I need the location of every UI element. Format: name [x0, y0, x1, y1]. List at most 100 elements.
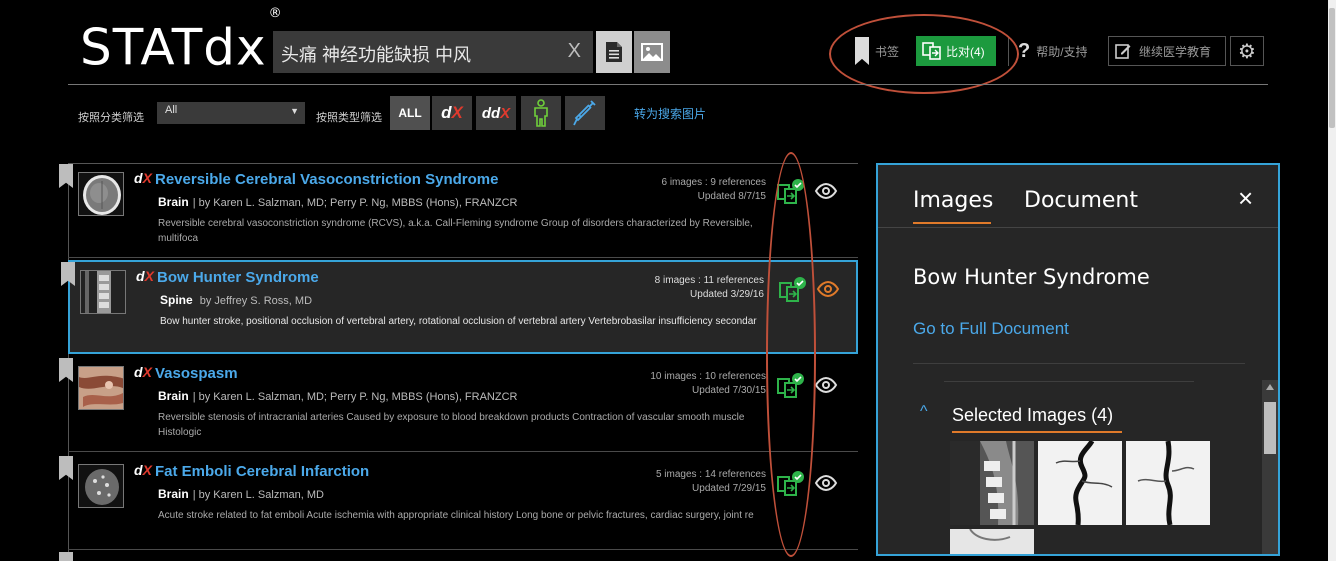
tab-document[interactable]: Document	[1024, 188, 1138, 213]
selected-image-thumbnail[interactable]	[1038, 441, 1122, 525]
preview-document-title: Bow Hunter Syndrome	[913, 265, 1150, 289]
edit-note-icon	[1115, 44, 1131, 59]
annotation-circle-compare-column	[766, 152, 816, 557]
logo-text: STATdx	[80, 18, 267, 77]
selected-image-thumbnail[interactable]	[950, 441, 1034, 525]
result-row[interactable]: dX Vasospasm Brain | by Karen L. Salzman,…	[59, 358, 858, 452]
result-section: Brain	[158, 195, 189, 209]
result-row[interactable]: dX Reversible Cerebral Vasoconstriction …	[59, 164, 858, 258]
result-updated: Updated 3/29/16	[690, 289, 764, 300]
anatomy-person-icon	[534, 99, 548, 127]
registered-mark: ®	[268, 6, 283, 21]
selected-images-underline	[952, 431, 1122, 433]
filter-ddx-button[interactable]: ddX	[476, 96, 516, 130]
window-scrollbar[interactable]	[1328, 0, 1336, 561]
ddx-icon-x: X	[500, 104, 511, 122]
filter-all-label: ALL	[398, 106, 422, 120]
filter-all-button[interactable]: ALL	[390, 96, 430, 130]
result-title[interactable]: Fat Emboli Cerebral Infarction	[155, 463, 369, 480]
eye-icon[interactable]	[814, 182, 838, 200]
search-images-link[interactable]: 转为搜索图片	[634, 105, 706, 122]
cme-label: 继续医学教育	[1139, 44, 1212, 59]
help-support-button[interactable]: ? 帮助/支持	[1018, 38, 1088, 64]
selected-image-thumbnail[interactable]	[1126, 441, 1210, 525]
filter-procedure-button[interactable]	[565, 96, 605, 130]
category-select[interactable]: All ▼	[157, 102, 305, 124]
search-documents-button[interactable]	[596, 31, 632, 73]
eye-icon[interactable]	[814, 474, 838, 492]
result-snippet: Bow hunter stroke, positional occlusion …	[160, 316, 757, 327]
result-meta: Brain | by Karen L. Salzman, MD; Perry P.…	[158, 195, 517, 209]
tab-images[interactable]: Images	[913, 188, 993, 213]
result-meta: Brain | by Karen L. Salzman, MD	[158, 487, 324, 501]
question-icon: ?	[1018, 39, 1031, 62]
dx-icon: dX	[134, 170, 152, 186]
result-stats: 5 images : 14 references Updated 7/29/15	[656, 468, 766, 496]
result-row-selected[interactable]: dX Bow Hunter Syndrome Spine by Jeffrey …	[61, 260, 858, 354]
panel-scrollbar[interactable]	[1262, 380, 1278, 554]
result-section: Spine	[160, 293, 193, 307]
window-scroll-thumb[interactable]	[1329, 8, 1335, 128]
chevron-up-icon[interactable]: ^	[920, 403, 928, 421]
filter-anatomy-button[interactable]	[521, 96, 561, 130]
eye-icon-active[interactable]	[816, 280, 840, 298]
result-section: Brain	[158, 389, 189, 403]
result-thumbnail[interactable]	[78, 366, 124, 410]
bookmark-icon[interactable]	[59, 456, 73, 480]
scroll-thumb[interactable]	[1264, 402, 1276, 454]
result-stats: 8 images : 11 references Updated 3/29/16	[655, 274, 764, 302]
search-input[interactable]: 头痛 神经功能缺损 中风	[281, 41, 471, 67]
result-authors: | by Karen L. Salzman, MD; Perry P. Ng, …	[192, 197, 518, 209]
clear-search-icon[interactable]: X	[568, 40, 581, 63]
preview-panel: Images Document × Bow Hunter Syndrome Go…	[876, 163, 1280, 556]
category-filter-label: 按照分类筛选	[78, 112, 144, 124]
close-icon[interactable]: ×	[1238, 183, 1253, 214]
result-row[interactable]: dX Fat Emboli Cerebral Infarction Brain |…	[59, 456, 858, 550]
dx-icon: dX	[136, 268, 154, 284]
annotation-circle-header	[829, 14, 1019, 94]
ddx-icon: ddX	[482, 105, 510, 122]
type-filter-label: 按照类型筛选	[316, 112, 382, 124]
panel-divider	[944, 381, 1194, 382]
result-snippet: Reversible cerebral vasoconstriction syn…	[158, 218, 753, 244]
image-icon	[641, 43, 663, 61]
selected-images-header[interactable]: Selected Images (4)	[952, 405, 1113, 426]
bookmark-icon[interactable]	[59, 164, 73, 188]
search-box[interactable]: 头痛 神经功能缺损 中风 X	[273, 31, 593, 73]
result-section: Brain	[158, 487, 189, 501]
gear-icon: ⚙	[1238, 40, 1256, 63]
filter-dx-button[interactable]: dX	[432, 96, 472, 130]
bookmark-icon[interactable]	[59, 358, 73, 382]
result-counts: 5 images : 14 references	[655, 469, 766, 480]
result-thumbnail[interactable]	[78, 464, 124, 508]
dx-icon: dX	[134, 462, 152, 478]
result-counts: 8 images : 11 references	[654, 275, 764, 286]
document-icon	[606, 42, 622, 62]
panel-divider	[913, 363, 1245, 364]
result-title[interactable]: Reversible Cerebral Vasoconstriction Syn…	[155, 171, 498, 188]
bookmark-icon[interactable]	[59, 552, 73, 561]
result-authors: | by Karen L. Salzman, MD; Perry P. Ng, …	[192, 391, 518, 403]
selected-image-thumbnail[interactable]	[950, 529, 1034, 554]
result-row-partial[interactable]	[59, 552, 858, 561]
result-stats: 6 images : 9 references Updated 8/7/15	[662, 176, 767, 204]
cme-button[interactable]: 继续医学教育	[1108, 36, 1226, 66]
bookmark-icon[interactable]	[61, 262, 75, 286]
search-images-button[interactable]	[634, 31, 670, 73]
result-meta: Spine by Jeffrey S. Ross, MD	[160, 293, 312, 307]
result-thumbnail[interactable]	[78, 172, 124, 216]
result-title[interactable]: Vasospasm	[155, 365, 238, 382]
result-snippet: Reversible stenosis of intracranial arte…	[158, 412, 745, 438]
statdx-logo[interactable]: STATdx®	[80, 6, 283, 78]
ddx-icon-text: dd	[481, 104, 501, 122]
result-updated: Updated 7/29/15	[692, 483, 766, 494]
result-updated: Updated 7/30/15	[692, 385, 766, 396]
result-title[interactable]: Bow Hunter Syndrome	[157, 269, 319, 286]
eye-icon[interactable]	[814, 376, 838, 394]
result-authors: | by Karen L. Salzman, MD	[192, 489, 324, 501]
scroll-up-icon[interactable]	[1266, 384, 1274, 390]
result-thumbnail[interactable]	[80, 270, 126, 314]
result-counts: 10 images : 10 references	[650, 371, 766, 382]
settings-button[interactable]: ⚙	[1230, 36, 1264, 66]
go-to-full-document-link[interactable]: Go to Full Document	[913, 319, 1069, 339]
